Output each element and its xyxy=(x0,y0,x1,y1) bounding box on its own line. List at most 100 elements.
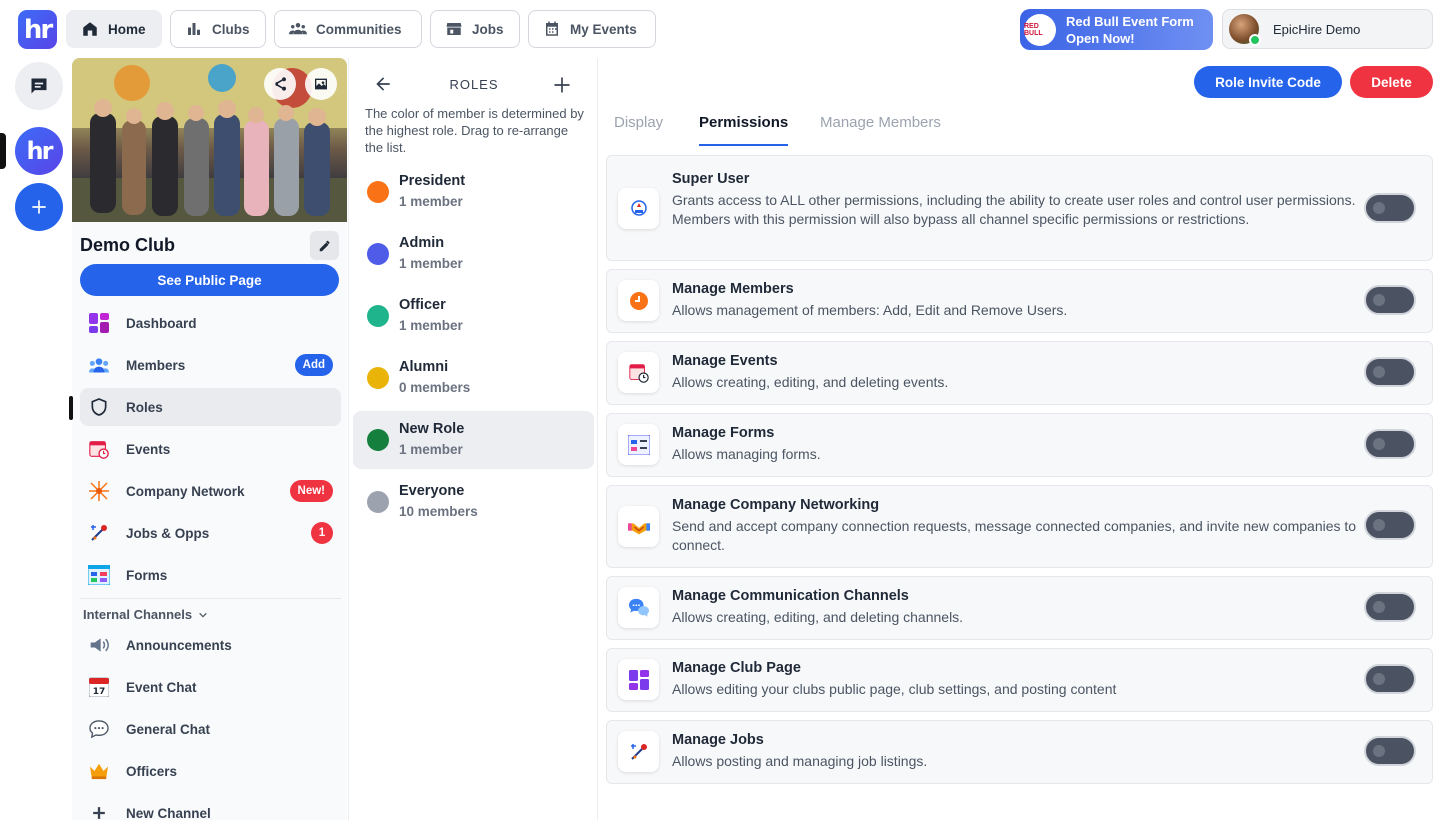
toggle-knob xyxy=(1373,519,1385,531)
sidebar-item-members[interactable]: Members Add xyxy=(80,346,341,384)
super-user-toggle[interactable] xyxy=(1364,193,1416,223)
permission-manage-company-networking: Manage Company Networking Send and accep… xyxy=(606,485,1433,568)
toggle-knob xyxy=(1373,601,1385,613)
avatar xyxy=(1229,14,1261,46)
store-icon xyxy=(446,23,462,35)
promo-badge-text: RED BULL xyxy=(1024,22,1043,37)
role-name: Officer xyxy=(399,297,446,313)
manage-forms-toggle[interactable] xyxy=(1364,429,1416,459)
permission-manage-members: Manage Members Allows management of memb… xyxy=(606,269,1433,333)
nav-my-events-label: My Events xyxy=(570,21,637,37)
edit-club-button[interactable] xyxy=(310,231,339,260)
messages-button[interactable] xyxy=(15,62,63,110)
calendar-clock-icon xyxy=(88,438,110,460)
jobs-count-badge: 1 xyxy=(311,522,333,544)
pencil-icon xyxy=(319,240,330,251)
nav-home-button[interactable]: Home xyxy=(66,10,162,48)
internal-channels-label: Internal Channels xyxy=(83,607,193,622)
people-group-icon xyxy=(289,23,307,35)
channel-label: General Chat xyxy=(126,721,211,737)
chat-bubble-icon xyxy=(31,78,47,94)
jobs-icon xyxy=(618,731,659,772)
delete-role-button[interactable]: Delete xyxy=(1350,66,1433,98)
role-item-alumni[interactable]: Alumni 0 members xyxy=(353,349,594,407)
tab-permissions[interactable]: Permissions xyxy=(699,114,788,131)
change-cover-button[interactable] xyxy=(305,68,337,100)
top-bar: hr Home Clubs Communities Jobs My Events… xyxy=(0,0,1441,58)
toggle-knob xyxy=(1373,673,1385,685)
sidebar-item-jobs-opps[interactable]: Jobs & Opps 1 xyxy=(80,514,341,552)
role-item-everyone[interactable]: Everyone 10 members xyxy=(353,473,594,531)
nav-communities-button[interactable]: Communities xyxy=(274,10,422,48)
role-color-dot xyxy=(367,305,389,327)
permission-description: Send and accept company connection reque… xyxy=(672,518,1357,553)
channel-announcements[interactable]: Announcements xyxy=(80,626,341,664)
role-item-new-role[interactable]: New Role 1 member xyxy=(353,411,594,469)
add-member-button[interactable]: Add xyxy=(294,354,333,376)
role-name: Admin xyxy=(399,235,445,251)
add-role-button[interactable] xyxy=(552,71,572,102)
nav-my-events-button[interactable]: My Events xyxy=(528,10,656,48)
manage-company-networking-toggle[interactable] xyxy=(1364,510,1416,540)
manage-members-toggle[interactable] xyxy=(1364,285,1416,315)
sidebar-item-company-network[interactable]: Company Network New! xyxy=(80,472,341,510)
tab-manage-members[interactable]: Manage Members xyxy=(820,114,941,131)
sidebar-item-events[interactable]: Events xyxy=(80,430,341,468)
app-logo[interactable]: hr xyxy=(18,10,57,49)
toggle-knob xyxy=(1373,438,1385,450)
club-switcher-demo-club[interactable]: hr xyxy=(15,127,63,175)
permission-title: Manage Communication Channels xyxy=(672,588,909,604)
red-bull-logo-icon: RED BULL xyxy=(1024,13,1056,46)
permission-manage-jobs: Manage Jobs Allows posting and managing … xyxy=(606,720,1433,784)
permission-description: Allows management of members: Add, Edit … xyxy=(672,302,1068,318)
promo-line1: Red Bull Event Form xyxy=(1066,13,1194,29)
role-invite-code-button[interactable]: Role Invite Code xyxy=(1194,66,1342,98)
role-item-president[interactable]: President 1 member xyxy=(353,163,594,221)
role-item-admin[interactable]: Admin 1 member xyxy=(353,225,594,283)
manage-communication-channels-toggle[interactable] xyxy=(1364,592,1416,622)
permission-description: Allows creating, editing, and deleting e… xyxy=(672,374,949,390)
permission-description: Allows posting and managing job listings… xyxy=(672,753,928,769)
super-user-icon xyxy=(618,188,659,229)
nav-jobs-button[interactable]: Jobs xyxy=(430,10,520,48)
permission-description: Grants access to ALL other permissions, … xyxy=(672,192,1356,227)
manage-jobs-toggle[interactable] xyxy=(1364,736,1416,766)
sidebar-item-label: Jobs & Opps xyxy=(126,525,210,541)
share-button[interactable] xyxy=(264,68,296,100)
nav-clubs-button[interactable]: Clubs xyxy=(170,10,266,48)
sidebar-item-dashboard[interactable]: Dashboard xyxy=(80,304,341,342)
role-item-officer[interactable]: Officer 1 member xyxy=(353,287,594,345)
sidebar-item-roles[interactable]: Roles xyxy=(80,388,341,426)
channel-general-chat[interactable]: General Chat xyxy=(80,710,341,748)
sidebar-item-label: Members xyxy=(126,357,186,373)
new-badge: New! xyxy=(289,480,333,502)
manage-club-page-toggle[interactable] xyxy=(1364,664,1416,694)
tab-display[interactable]: Display xyxy=(614,114,663,131)
toggle-knob xyxy=(1373,366,1385,378)
manage-events-toggle[interactable] xyxy=(1364,357,1416,387)
sidebar-item-forms[interactable]: Forms xyxy=(80,556,341,594)
internal-channels-header[interactable]: Internal Channels xyxy=(83,607,208,622)
sidebar-item-label: Company Network xyxy=(126,483,245,499)
role-color-dot xyxy=(367,367,389,389)
permission-manage-communication-channels: Manage Communication Channels Allows cre… xyxy=(606,576,1433,640)
club-cover-photo xyxy=(72,58,347,222)
plus-icon xyxy=(88,802,110,820)
role-name: Alumni xyxy=(399,359,449,375)
channel-officers[interactable]: Officers xyxy=(80,752,341,790)
sidebar-item-label: Forms xyxy=(126,567,168,583)
bar-chart-icon xyxy=(188,23,200,35)
permission-manage-club-page: Manage Club Page Allows editing your clu… xyxy=(606,648,1433,712)
new-channel-button[interactable]: New Channel xyxy=(80,794,341,820)
add-club-button[interactable] xyxy=(15,183,63,231)
role-name: President xyxy=(399,173,466,189)
promo-banner[interactable]: RED BULL Red Bull Event Form Open Now! xyxy=(1020,9,1213,50)
see-public-page-button[interactable]: See Public Page xyxy=(80,264,339,296)
user-menu[interactable]: EpicHire Demo xyxy=(1222,9,1433,49)
channel-event-chat[interactable]: 17 Event Chat xyxy=(80,668,341,706)
club-sidebar: Demo Club See Public Page Dashboard Memb… xyxy=(69,58,347,820)
role-count: 0 members xyxy=(399,380,471,395)
permission-description: Allows managing forms. xyxy=(672,446,821,462)
permission-title: Super User xyxy=(672,171,750,187)
nav-clubs-label: Clubs xyxy=(212,21,250,37)
